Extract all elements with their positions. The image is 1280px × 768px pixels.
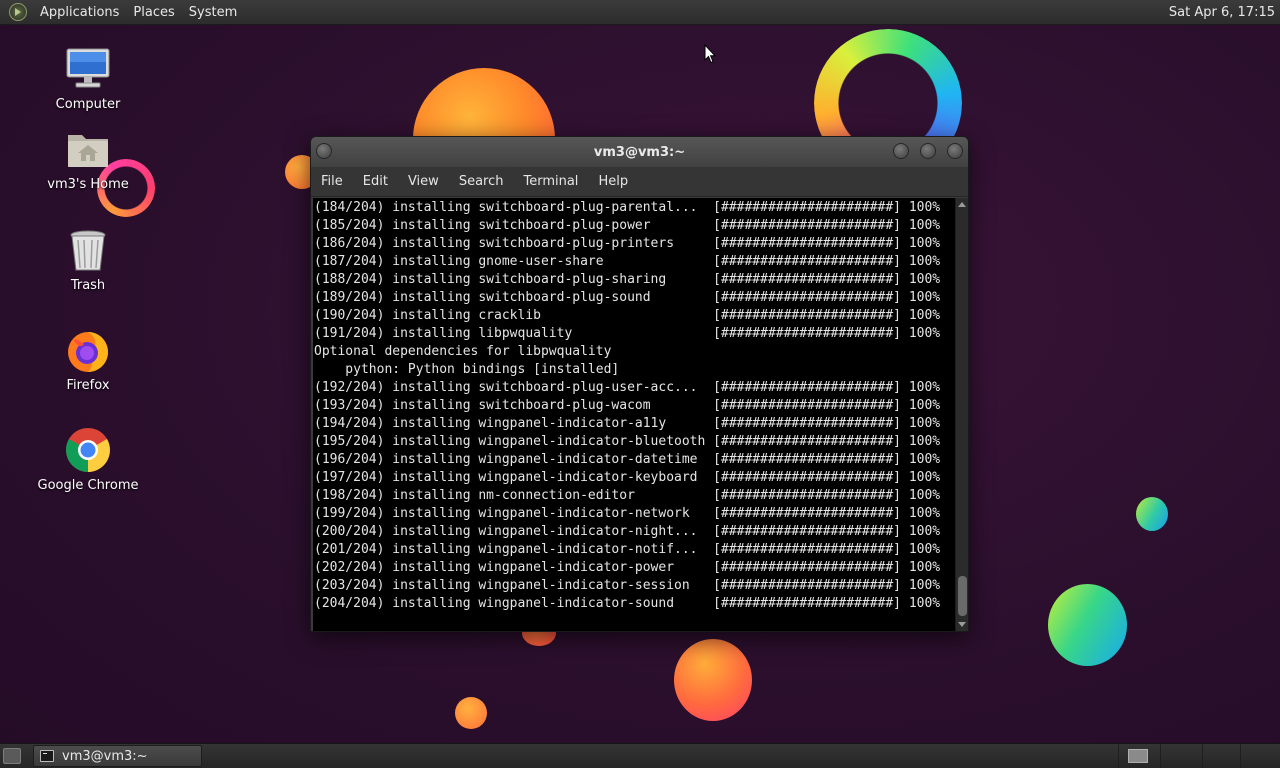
top-panel: Applications Places System Sat Apr 6, 17… <box>0 0 1280 25</box>
decorative-bubble <box>1136 497 1168 531</box>
window-title: vm3@vm3:~ <box>593 144 686 160</box>
menu-edit[interactable]: Edit <box>353 167 398 197</box>
terminal-line: (187/204) installing gnome-user-share [#… <box>314 254 941 269</box>
terminal-line: (196/204) installing wingpanel-indicator… <box>314 452 941 467</box>
terminal-line: (203/204) installing wingpanel-indicator… <box>314 578 941 593</box>
mouse-pointer-icon <box>704 44 716 64</box>
desktop-icon-label: Google Chrome <box>37 478 139 493</box>
desktop-icon-home[interactable]: vm3's Home <box>33 125 143 192</box>
terminal-icon <box>40 750 54 762</box>
workspace-divider <box>1240 744 1241 768</box>
desktop-icon-firefox[interactable]: Firefox <box>33 326 143 393</box>
terminal-line: (199/204) installing wingpanel-indicator… <box>314 506 941 521</box>
desktop-icon-trash[interactable]: Trash <box>33 226 143 293</box>
desktop-icon-label: Trash <box>70 278 106 293</box>
menu-view[interactable]: View <box>398 167 449 197</box>
workspace-divider <box>1160 744 1161 768</box>
scroll-down-arrow-icon[interactable] <box>958 622 966 627</box>
terminal-line: (197/204) installing wingpanel-indicator… <box>314 470 941 485</box>
desktop-icon-label: Computer <box>55 97 121 112</box>
workspace-1[interactable] <box>1128 749 1148 763</box>
terminal-scrollbar[interactable] <box>955 198 968 631</box>
terminal-line: (201/204) installing wingpanel-indicator… <box>314 542 941 557</box>
distro-logo-icon[interactable] <box>9 3 27 21</box>
window-titlebar[interactable]: vm3@vm3:~ <box>311 137 968 167</box>
terminal-line: (200/204) installing wingpanel-indicator… <box>314 524 941 539</box>
terminal-output[interactable]: (184/204) installing switchboard-plug-pa… <box>313 198 955 631</box>
computer-icon <box>64 45 112 93</box>
system-menu[interactable]: System <box>182 0 244 25</box>
close-button[interactable] <box>947 143 963 159</box>
taskbar-item-terminal[interactable]: vm3@vm3:~ <box>33 745 202 767</box>
places-menu[interactable]: Places <box>126 0 181 25</box>
terminal-line: (204/204) installing wingpanel-indicator… <box>314 596 941 611</box>
menu-terminal[interactable]: Terminal <box>513 167 588 197</box>
terminal-line: (193/204) installing switchboard-plug-wa… <box>314 398 941 413</box>
applications-menu[interactable]: Applications <box>33 0 126 25</box>
menu-help[interactable]: Help <box>588 167 638 197</box>
terminal-line: (194/204) installing wingpanel-indicator… <box>314 416 941 431</box>
terminal-line: (192/204) installing switchboard-plug-us… <box>314 380 941 395</box>
workspace-divider <box>1118 744 1119 768</box>
terminal-line: (195/204) installing wingpanel-indicator… <box>314 434 941 449</box>
workspace-divider <box>1202 744 1203 768</box>
taskbar-item-label: vm3@vm3:~ <box>62 748 148 764</box>
terminal-menubar: File Edit View Search Terminal Help <box>311 167 968 197</box>
desktop-icon-label: Firefox <box>66 378 110 393</box>
desktop-icon-chrome[interactable]: Google Chrome <box>33 426 143 493</box>
home-folder-icon <box>64 125 112 173</box>
firefox-icon <box>64 326 112 374</box>
scrollbar-thumb[interactable] <box>958 576 967 616</box>
menu-search[interactable]: Search <box>449 167 514 197</box>
menu-file[interactable]: File <box>311 167 353 197</box>
chrome-icon <box>64 426 112 474</box>
decorative-bubble <box>455 697 487 729</box>
desktop-icon-label: vm3's Home <box>47 177 129 192</box>
terminal-line: (191/204) installing libpwquality [#####… <box>314 326 941 341</box>
trash-icon <box>64 226 112 274</box>
clock[interactable]: Sat Apr 6, 17:15 <box>1169 5 1275 20</box>
terminal-window[interactable]: vm3@vm3:~ File Edit View Search Terminal… <box>310 136 969 632</box>
window-menu-button[interactable] <box>316 143 332 159</box>
terminal-line: (189/204) installing switchboard-plug-so… <box>314 290 941 305</box>
terminal-line: Optional dependencies for libpwquality <box>314 344 612 359</box>
decorative-bubble <box>674 639 752 721</box>
maximize-button[interactable] <box>920 143 936 159</box>
scroll-up-arrow-icon[interactable] <box>958 202 966 207</box>
show-desktop-icon[interactable] <box>3 748 21 764</box>
desktop-icon-computer[interactable]: Computer <box>33 45 143 112</box>
terminal-line: (190/204) installing cracklib [#########… <box>314 308 941 323</box>
bottom-panel: vm3@vm3:~ <box>0 743 1280 768</box>
terminal-line: (186/204) installing switchboard-plug-pr… <box>314 236 941 251</box>
terminal-line: (198/204) installing nm-connection-edito… <box>314 488 941 503</box>
terminal-line: (188/204) installing switchboard-plug-sh… <box>314 272 941 287</box>
minimize-button[interactable] <box>893 143 909 159</box>
decorative-bubble <box>1048 584 1127 666</box>
terminal-line: (185/204) installing switchboard-plug-po… <box>314 218 941 233</box>
terminal-line: python: Python bindings [installed] <box>314 362 620 377</box>
terminal-line: (184/204) installing switchboard-plug-pa… <box>314 200 941 215</box>
terminal-line: (202/204) installing wingpanel-indicator… <box>314 560 941 575</box>
